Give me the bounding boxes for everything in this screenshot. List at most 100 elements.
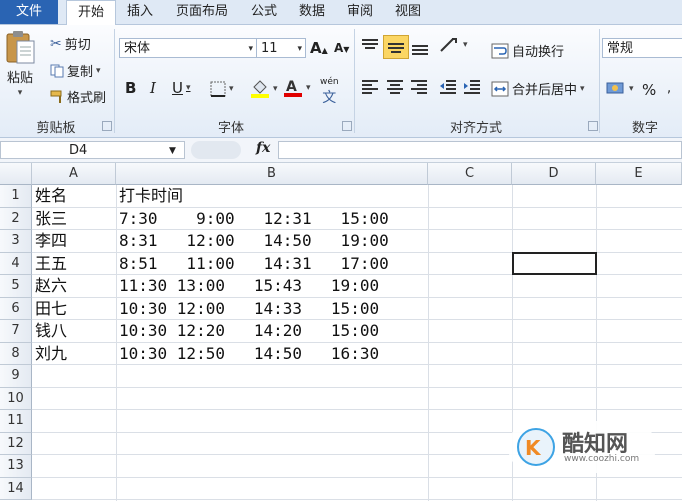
underline-icon: U	[172, 79, 183, 97]
row-header[interactable]: 7	[0, 320, 32, 343]
number-format-value: 常规	[607, 41, 634, 56]
row-header[interactable]: 3	[0, 230, 32, 253]
row-header[interactable]: 8	[0, 342, 32, 365]
column-header-a[interactable]: A	[32, 163, 116, 185]
cell-b[interactable]: 打卡时间	[119, 185, 183, 207]
phonetic-icon: 文	[322, 90, 337, 106]
cell-a[interactable]: 王五	[35, 253, 67, 275]
function-icon: fx	[256, 140, 271, 156]
wrap-text-button[interactable]: 自动换行	[491, 41, 564, 60]
dialog-launcher-icon[interactable]	[102, 121, 112, 131]
cell-a[interactable]: 赵六	[35, 275, 67, 297]
align-right-button[interactable]	[409, 79, 429, 95]
row-header[interactable]: 13	[0, 455, 32, 478]
cell-b[interactable]: 8:31 12:00 14:50 19:00	[119, 230, 389, 252]
font-size-combo[interactable]: 11 ▾	[256, 38, 306, 58]
merge-center-button[interactable]: 合并后居中 ▾	[491, 79, 585, 98]
column-header-c[interactable]: C	[428, 163, 512, 185]
svg-text:A: A	[286, 79, 297, 95]
cell-a[interactable]: 姓名	[35, 185, 67, 207]
dialog-launcher-icon[interactable]	[588, 121, 598, 131]
borders-icon	[210, 81, 226, 97]
row-header[interactable]: 4	[0, 252, 32, 275]
phonetic-button[interactable]: wén 文	[320, 77, 339, 107]
format-painter-button[interactable]: 格式刷	[50, 87, 106, 106]
cell-a[interactable]: 田七	[35, 298, 67, 320]
cut-button[interactable]: ✂ 剪切	[50, 34, 91, 54]
row-header[interactable]: 11	[0, 410, 32, 433]
increase-indent-button[interactable]	[462, 79, 482, 95]
paste-button[interactable]: 粘贴 ▾	[4, 29, 36, 98]
align-center-icon	[387, 80, 403, 94]
dialog-launcher-icon[interactable]	[342, 121, 352, 131]
group-separator	[114, 29, 115, 133]
fill-color-button[interactable]: ▾	[250, 79, 278, 99]
row-header[interactable]: 9	[0, 365, 32, 388]
wrap-text-icon	[491, 43, 509, 58]
cell-b[interactable]: 11:30 13:00 15:43 19:00	[119, 275, 379, 297]
select-all-corner[interactable]	[0, 163, 32, 185]
formula-input[interactable]	[278, 141, 682, 159]
column-header-e[interactable]: E	[596, 163, 682, 185]
align-bottom-button[interactable]	[410, 37, 430, 55]
cell-a[interactable]: 钱八	[35, 320, 67, 342]
cell-b[interactable]: 10:30 12:50 14:50 16:30	[119, 343, 379, 365]
bold-icon: B	[125, 79, 137, 97]
bold-button[interactable]: B	[125, 79, 136, 97]
align-bottom-icon	[412, 45, 428, 55]
number-format-combo[interactable]: 常规	[602, 38, 682, 58]
column-header-b[interactable]: B	[116, 163, 428, 185]
shrink-font-button[interactable]: A▼	[334, 41, 349, 55]
cell-b[interactable]: 10:30 12:20 14:20 15:00	[119, 320, 379, 342]
percent-button[interactable]: %	[642, 81, 656, 99]
row-header[interactable]: 14	[0, 477, 32, 500]
cell-b[interactable]: 7:30 9:00 12:31 15:00	[119, 208, 389, 230]
decrease-indent-button[interactable]	[438, 79, 458, 95]
cell-a[interactable]: 张三	[35, 208, 67, 230]
tab-home[interactable]: 开始	[66, 0, 116, 26]
align-top-button[interactable]	[360, 37, 380, 55]
column-header-d[interactable]: D	[512, 163, 596, 185]
tab-page-layout[interactable]: 页面布局	[166, 0, 238, 24]
tab-review[interactable]: 审阅	[338, 0, 382, 24]
comma-style-button[interactable]: ,	[667, 81, 671, 96]
italic-button[interactable]: I	[150, 79, 156, 97]
tab-file[interactable]: 文件	[0, 0, 58, 24]
font-color-button[interactable]: A ▾	[283, 78, 311, 98]
borders-button[interactable]: ▾	[210, 81, 234, 97]
group-separator	[354, 29, 355, 133]
row-header[interactable]: 6	[0, 297, 32, 320]
underline-button[interactable]: U ▾	[172, 79, 191, 97]
cell-a[interactable]: 刘九	[35, 343, 67, 365]
copy-button[interactable]: 复制 ▾	[50, 61, 101, 80]
tab-data[interactable]: 数据	[290, 0, 334, 24]
tab-insert[interactable]: 插入	[118, 0, 162, 24]
align-middle-button[interactable]	[383, 35, 409, 59]
grow-font-button[interactable]: A▲	[310, 39, 328, 57]
insert-function-button[interactable]: fx	[256, 140, 270, 156]
formula-bar-handle[interactable]	[191, 141, 241, 159]
cell-b[interactable]: 10:30 12:00 14:33 15:00	[119, 298, 379, 320]
accounting-format-button[interactable]: ▾	[606, 80, 634, 98]
font-name-combo[interactable]: 宋体 ▾	[119, 38, 257, 58]
align-right-icon	[411, 80, 427, 94]
align-left-icon	[362, 80, 378, 94]
row-header[interactable]: 12	[0, 432, 32, 455]
row-header[interactable]: 5	[0, 275, 32, 298]
row-header[interactable]: 1	[0, 185, 32, 208]
cell-a[interactable]: 李四	[35, 230, 67, 252]
paintbrush-icon	[50, 90, 62, 103]
selected-cell-d4[interactable]	[512, 252, 597, 275]
tab-view[interactable]: 视图	[386, 0, 430, 24]
cut-label: 剪切	[64, 38, 91, 53]
row-header[interactable]: 10	[0, 387, 32, 410]
cell-b[interactable]: 8:51 11:00 14:31 17:00	[119, 253, 389, 275]
orientation-button[interactable]: ▾	[438, 36, 468, 54]
font-name-value: 宋体	[124, 41, 151, 56]
align-left-button[interactable]	[360, 79, 380, 95]
name-box[interactable]: D4 ▼	[0, 141, 185, 159]
align-center-button[interactable]	[385, 79, 405, 95]
row-header[interactable]: 2	[0, 207, 32, 230]
tab-formulas[interactable]: 公式	[242, 0, 286, 24]
chevron-down-icon: ▾	[96, 65, 101, 76]
